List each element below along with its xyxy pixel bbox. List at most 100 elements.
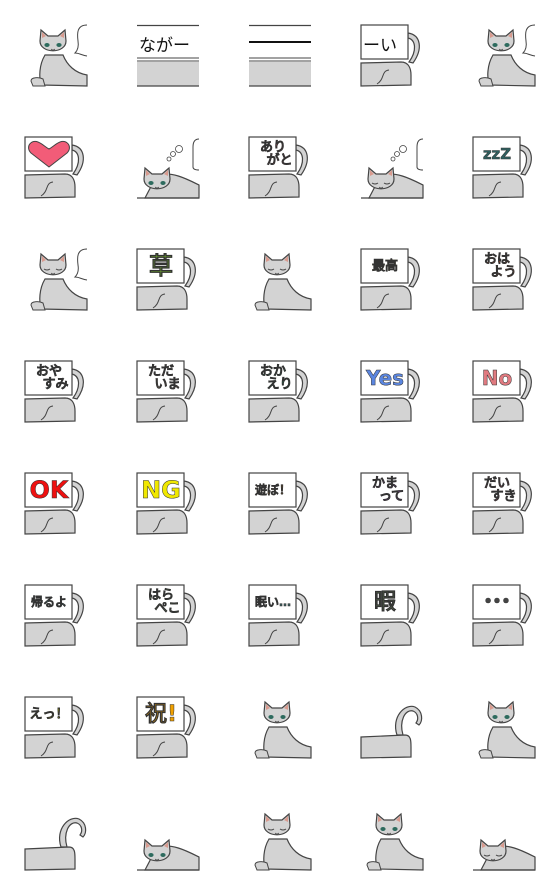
cat-body <box>472 621 524 647</box>
sticker-tail-only[interactable] <box>24 809 87 871</box>
tail <box>519 368 532 400</box>
cat-body <box>24 397 76 423</box>
sticker-sign-heart[interactable] <box>24 136 87 199</box>
sticker-art <box>24 817 87 871</box>
sticker-cat-sit-bubble[interactable] <box>25 248 88 311</box>
tail <box>407 480 420 512</box>
sticker-sign[interactable]: 最高 <box>360 248 423 311</box>
cat-body <box>136 285 188 311</box>
tail <box>295 480 308 512</box>
sticker-sign[interactable]: NG <box>136 472 199 535</box>
cat-body <box>136 621 188 647</box>
tail <box>395 705 423 736</box>
sticker-sign[interactable]: おは よう <box>472 248 535 311</box>
sticker-strip[interactable]: ながー <box>137 24 199 87</box>
sticker-sign[interactable]: OK <box>24 472 87 535</box>
sticker-cat-sit[interactable] <box>249 809 312 871</box>
cat-body <box>39 278 88 311</box>
sticker-cat-sit[interactable] <box>249 697 312 759</box>
sticker-art <box>254 812 312 871</box>
cat-body <box>24 173 76 199</box>
sticker-text: ••• <box>483 593 511 610</box>
sticker-art <box>361 138 424 199</box>
sticker-tail-only[interactable] <box>360 697 423 759</box>
cat-head <box>39 28 67 52</box>
sticker-sign[interactable]: 暇 <box>360 584 423 647</box>
sticker-sign[interactable]: ただ いま <box>136 360 199 423</box>
sticker-sign[interactable]: 遊ぼ！ <box>248 472 311 535</box>
sticker-sign-edge[interactable]: ーい <box>360 24 423 87</box>
sticker-sign[interactable]: No <box>472 360 535 423</box>
sticker-text: 眠い… <box>254 594 292 609</box>
sticker-sign[interactable]: 眠い… <box>248 584 311 647</box>
cat-head <box>263 252 291 276</box>
sticker-strip-line[interactable] <box>249 24 311 87</box>
sticker-sign[interactable]: 帰るよ <box>24 584 87 647</box>
cat-head <box>487 28 515 52</box>
sticker-text: かま って <box>371 476 405 504</box>
sticker-sign[interactable]: 祝! <box>136 696 199 759</box>
sticker-text: 帰るよ <box>30 594 68 609</box>
cat-body <box>487 54 536 87</box>
cat-body <box>360 285 412 311</box>
sticker-sign[interactable]: zzZ <box>472 136 535 199</box>
sticker-text: No <box>481 365 513 390</box>
cat-head <box>143 166 171 190</box>
sticker-cat-sleep[interactable] <box>473 809 536 871</box>
sticker-text: ただ いま <box>147 364 181 392</box>
cat-body <box>24 846 76 871</box>
sticker-sign[interactable]: あり がと <box>248 136 311 199</box>
tail <box>183 368 196 400</box>
tail <box>59 817 87 848</box>
sticker-text: あり がと <box>259 140 293 168</box>
tail <box>519 256 532 288</box>
sticker-cat-sit-bubble-right[interactable] <box>473 24 536 87</box>
cat-body <box>248 173 300 199</box>
sticker-cat-sit[interactable] <box>361 809 424 871</box>
tail <box>519 592 532 624</box>
tail <box>183 480 196 512</box>
cat-body <box>136 509 188 535</box>
cat-body <box>472 173 524 199</box>
sticker-art <box>137 838 200 871</box>
sticker-cat-sleep[interactable] <box>137 809 200 871</box>
sticker-art <box>24 136 84 199</box>
tail <box>183 704 196 736</box>
sticker-cat-sit[interactable] <box>249 249 312 311</box>
sticker-sign[interactable]: えっ！ <box>24 696 87 759</box>
cat-body <box>136 397 188 423</box>
sticker-sign[interactable]: Yes <box>360 360 423 423</box>
sticker-cat-sleep-bubble[interactable] <box>361 137 424 199</box>
sticker-art <box>254 252 312 311</box>
tail <box>71 144 84 176</box>
sticker-sign[interactable]: かま って <box>360 472 423 535</box>
sticker-sign[interactable]: だい すき <box>472 472 535 535</box>
cat-head <box>375 812 403 836</box>
cat-body <box>263 278 312 311</box>
cat-body <box>472 285 524 311</box>
sticker-sign[interactable]: おや すみ <box>24 360 87 423</box>
sticker-cat-sleep-bubble[interactable] <box>137 137 200 199</box>
sticker-text: 草 <box>149 251 174 280</box>
cat-head <box>263 700 291 724</box>
sticker-sign[interactable]: ••• <box>472 584 535 647</box>
cat-body <box>360 61 412 87</box>
sticker-text: だい すき <box>483 476 517 504</box>
sticker-sign[interactable]: 草 <box>136 248 199 311</box>
cat-body <box>24 733 76 759</box>
tail <box>71 704 84 736</box>
sticker-text: おや すみ <box>35 364 69 392</box>
cat-body <box>472 509 524 535</box>
sticker-art <box>30 248 88 311</box>
sticker-text: はら ぺこ <box>147 588 181 616</box>
cat-body <box>360 621 412 647</box>
cat-body <box>360 734 412 759</box>
sticker-cat-sit-bubble[interactable] <box>25 24 88 87</box>
sticker-sign[interactable]: おか えり <box>248 360 311 423</box>
sticker-sign[interactable]: はら ぺこ <box>136 584 199 647</box>
sticker-cat-sit[interactable] <box>473 697 536 759</box>
cat-body <box>248 621 300 647</box>
sticker-text: 遊ぼ！ <box>254 482 292 497</box>
cat-body <box>360 509 412 535</box>
cat-body <box>360 397 412 423</box>
